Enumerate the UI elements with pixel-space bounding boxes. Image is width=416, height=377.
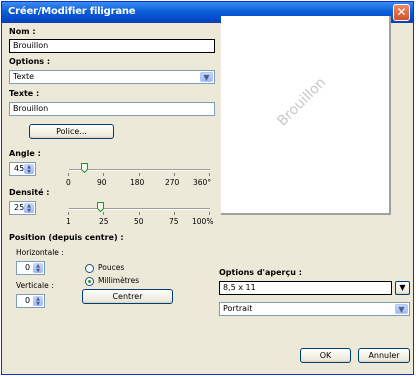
- densite-label: Densité :: [9, 188, 50, 197]
- texte-value: Brouillon: [13, 104, 49, 113]
- police-button[interactable]: Police...: [29, 124, 114, 139]
- nom-input[interactable]: Brouillon: [9, 39, 215, 53]
- angle-tick-label: 0: [66, 178, 71, 187]
- tick-mark: [174, 173, 175, 176]
- spinner-arrows-icon[interactable]: ▲ ▼: [33, 296, 43, 307]
- texte-label: Texte :: [9, 89, 40, 98]
- close-icon[interactable]: ✕: [393, 4, 410, 21]
- spinner-arrows-icon[interactable]: ▲ ▼: [33, 263, 43, 274]
- pouces-radio[interactable]: [85, 264, 94, 273]
- tick-mark: [103, 173, 104, 176]
- horizontal-label: Horizontale :: [16, 248, 64, 257]
- angle-tick-label: 270: [165, 178, 180, 187]
- spinner-arrows-icon[interactable]: ▲ ▼: [24, 164, 34, 175]
- dialog-title: Créer/Modifier filigrane: [8, 6, 136, 17]
- paper-size-input[interactable]: 8,5 x 11: [219, 281, 392, 295]
- angle-value: 45: [14, 164, 25, 173]
- watermark-preview: Brouillon: [221, 16, 391, 215]
- densite-tick-label: 25: [99, 217, 109, 226]
- cancel-button[interactable]: Annuler: [358, 348, 410, 363]
- tick-mark: [68, 173, 69, 176]
- watermark-preview-text: Brouillon: [274, 74, 330, 130]
- tick-mark: [139, 173, 140, 176]
- paper-size-dropdown-icon[interactable]: ▼: [395, 281, 410, 295]
- spinner-arrows-icon[interactable]: ▲ ▼: [24, 203, 34, 214]
- tick-mark: [174, 212, 175, 215]
- densite-tick-label: 1: [66, 217, 71, 226]
- pouces-label: Pouces: [98, 263, 125, 272]
- tick-mark: [103, 212, 104, 215]
- texte-input[interactable]: Brouillon: [9, 102, 215, 116]
- densite-slider-thumb[interactable]: [97, 202, 104, 212]
- orientation-selected: Portrait: [223, 304, 253, 313]
- apercu-label: Options d'aperçu :: [219, 268, 302, 277]
- densite-value: 25: [14, 203, 25, 212]
- angle-tick-label: 90: [97, 178, 107, 187]
- chevron-down-icon[interactable]: ▼: [200, 72, 213, 82]
- densite-slider-track[interactable]: [69, 208, 210, 210]
- millimetres-label: Millimètres: [98, 276, 140, 285]
- densite-tick-label: 50: [134, 217, 144, 226]
- vertical-label: Verticale :: [16, 281, 54, 290]
- orientation-select[interactable]: Portrait ▼: [219, 302, 410, 316]
- angle-slider-thumb[interactable]: [81, 163, 88, 173]
- nom-label: Nom :: [9, 27, 36, 36]
- horizontal-value: 0: [25, 263, 31, 272]
- paper-size-value: 8,5 x 11: [223, 283, 256, 292]
- options-selected: Texte: [13, 72, 35, 81]
- angle-spinner[interactable]: 45 ▲ ▼: [9, 162, 36, 176]
- horizontal-spinner[interactable]: 0 ▲ ▼: [16, 261, 45, 275]
- densite-tick-label: 75: [169, 217, 179, 226]
- vertical-value: 0: [25, 296, 31, 305]
- angle-slider-track[interactable]: [69, 169, 210, 171]
- options-label: Options :: [9, 57, 51, 66]
- ok-button[interactable]: OK: [300, 348, 351, 363]
- watermark-dialog: Créer/Modifier filigrane ✕ Nom : Brouill…: [1, 1, 414, 375]
- chevron-down-icon[interactable]: ▼: [395, 304, 408, 314]
- angle-tick-label: 180: [130, 178, 145, 187]
- vertical-spinner[interactable]: 0 ▲ ▼: [16, 294, 45, 308]
- nom-value: Brouillon: [13, 41, 49, 50]
- centrer-button[interactable]: Centrer: [82, 289, 173, 304]
- millimetres-radio[interactable]: [85, 277, 94, 286]
- angle-tick-label: 360°: [193, 178, 212, 187]
- angle-label: Angle :: [9, 149, 41, 158]
- densite-tick-label: 100%: [192, 217, 214, 226]
- tick-mark: [209, 173, 210, 176]
- densite-spinner[interactable]: 25 ▲ ▼: [9, 201, 36, 215]
- tick-mark: [68, 212, 69, 215]
- position-label: Position (depuis centre) :: [9, 233, 124, 242]
- tick-mark: [139, 212, 140, 215]
- tick-mark: [209, 212, 210, 215]
- options-select[interactable]: Texte ▼: [9, 70, 215, 84]
